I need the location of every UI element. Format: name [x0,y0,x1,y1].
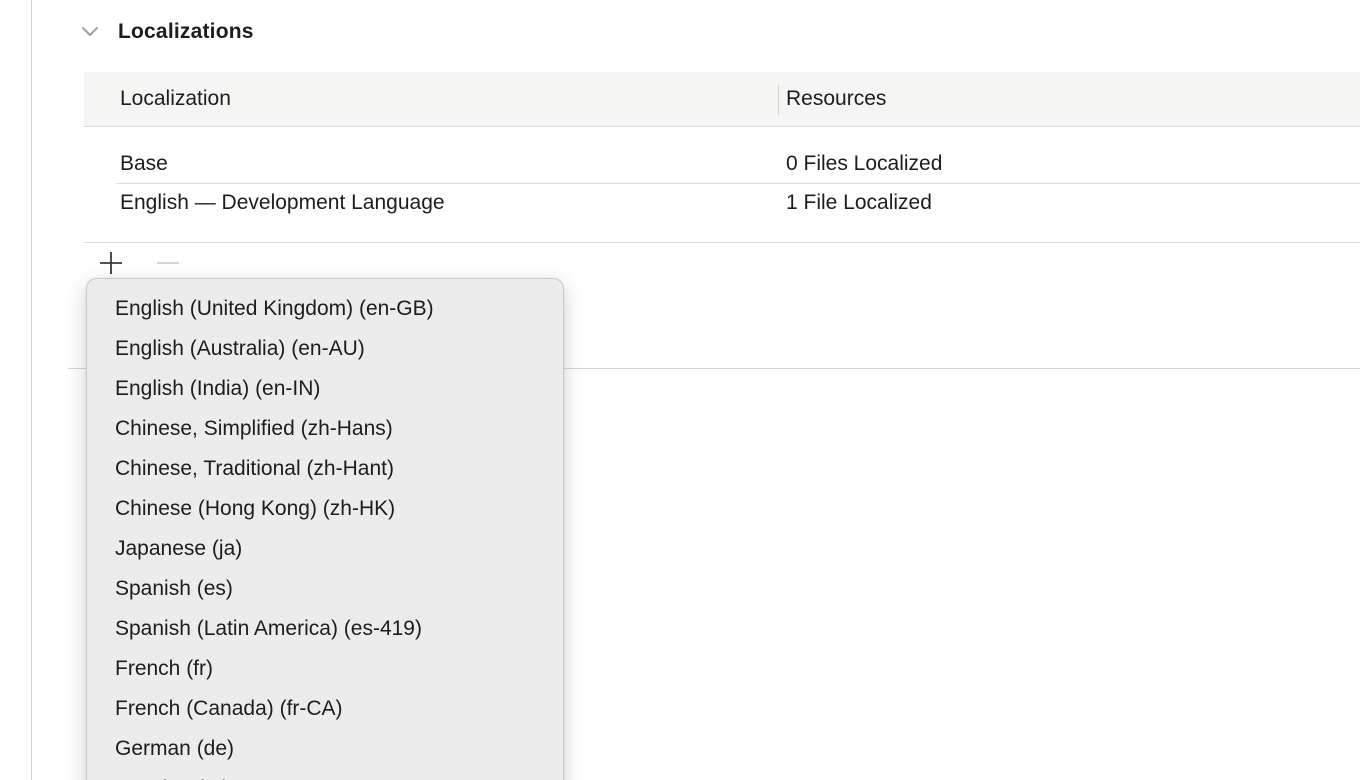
minus-icon [157,262,179,264]
column-separator[interactable] [778,85,779,115]
localizations-table: Localization Resources Base 0 Files Loca… [84,72,1360,243]
column-header-localization[interactable]: Localization [120,72,231,126]
sidebar-divider [31,0,32,780]
menu-item-zh-hant[interactable]: Chinese, Traditional (zh-Hant) [87,449,563,489]
localization-cell: Base [120,152,168,175]
menu-item-zh-hk[interactable]: Chinese (Hong Kong) (zh-HK) [87,489,563,529]
table-header: Localization Resources [84,72,1360,127]
column-header-resources[interactable]: Resources [786,72,886,126]
menu-item-de[interactable]: German (de) [87,729,563,769]
xcode-project-info-pane: Localizations Localization Resources Bas… [0,0,1360,780]
localization-cell: English — Development Language [120,191,445,214]
menu-item-es[interactable]: Spanish (es) [87,569,563,609]
table-row[interactable]: English — Development Language 1 File Lo… [84,183,1360,222]
remove-localization-button[interactable] [153,248,183,278]
menu-item-es-419[interactable]: Spanish (Latin America) (es-419) [87,609,563,649]
table-row[interactable]: Base 0 Files Localized [84,145,1360,183]
resources-cell: 1 File Localized [786,191,932,214]
menu-item-en-in[interactable]: English (India) (en-IN) [87,369,563,409]
plus-icon [100,252,122,274]
menu-item-en-au[interactable]: English (Australia) (en-AU) [87,329,563,369]
table-controls [96,248,183,278]
language-menu-list: English (United Kingdom) (en-GB) English… [87,289,563,780]
menu-item-ru[interactable]: Russian (ru) [87,769,563,780]
menu-item-fr[interactable]: French (fr) [87,649,563,689]
menu-item-zh-hans[interactable]: Chinese, Simplified (zh-Hans) [87,409,563,449]
menu-item-ja[interactable]: Japanese (ja) [87,529,563,569]
language-popup-menu: English (United Kingdom) (en-GB) English… [86,278,564,780]
resources-cell: 0 Files Localized [786,152,943,175]
table-body: Base 0 Files Localized English — Develop… [84,127,1360,243]
chevron-down-icon[interactable] [80,22,100,42]
add-localization-button[interactable] [96,248,126,278]
section-title: Localizations [118,20,254,43]
menu-item-fr-ca[interactable]: French (Canada) (fr-CA) [87,689,563,729]
menu-item-en-gb[interactable]: English (United Kingdom) (en-GB) [87,289,563,329]
localizations-section-header: Localizations [80,14,254,50]
